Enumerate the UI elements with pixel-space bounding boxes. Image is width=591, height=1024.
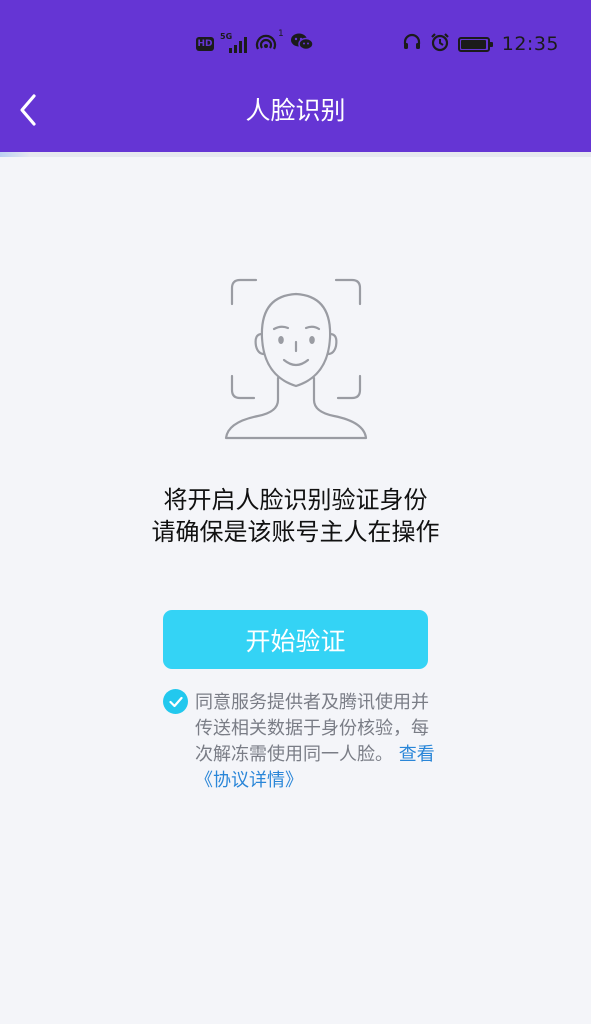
hotspot-icon: 1 bbox=[254, 29, 284, 55]
prompt-line-2: 请确保是该账号主人在操作 bbox=[151, 518, 440, 546]
agreement-checkbox[interactable] bbox=[163, 689, 188, 714]
agreement-text: 同意服务提供者及腾讯使用并传送相关数据于身份核验，每次解冻需使用同一人脸。 查看… bbox=[195, 690, 440, 794]
page-title: 人脸识别 bbox=[245, 96, 346, 125]
loading-progress-fill bbox=[0, 152, 30, 157]
prompt-line-1: 将开启人脸识别验证身份 bbox=[163, 486, 428, 514]
signal-icon: 5G bbox=[220, 32, 248, 54]
app-header: HD 5G 1 12:35 人脸识别 bbox=[0, 0, 591, 152]
battery-nub bbox=[489, 41, 493, 47]
headset-icon bbox=[402, 32, 422, 56]
status-bar: HD 5G 1 12:35 bbox=[0, 0, 591, 88]
loading-progress-bar bbox=[0, 152, 591, 157]
status-left-icons: HD 5G 1 bbox=[196, 29, 314, 56]
checkmark-icon bbox=[168, 696, 183, 707]
hotspot-count: 1 bbox=[278, 29, 284, 39]
face-scan-icon bbox=[224, 278, 368, 440]
battery-icon bbox=[457, 36, 493, 52]
battery-level bbox=[460, 39, 486, 49]
wechat-icon bbox=[290, 32, 314, 56]
status-time: 12:35 bbox=[501, 33, 559, 55]
agreement-body: 同意服务提供者及腾讯使用并传送相关数据于身份核验，每次解冻需使用同一人脸。 bbox=[195, 692, 429, 765]
hd-badge: HD bbox=[196, 37, 214, 51]
alarm-icon bbox=[430, 32, 450, 56]
status-right-icons: 12:35 bbox=[402, 30, 559, 58]
start-verification-button[interactable]: 开始验证 bbox=[163, 610, 428, 669]
